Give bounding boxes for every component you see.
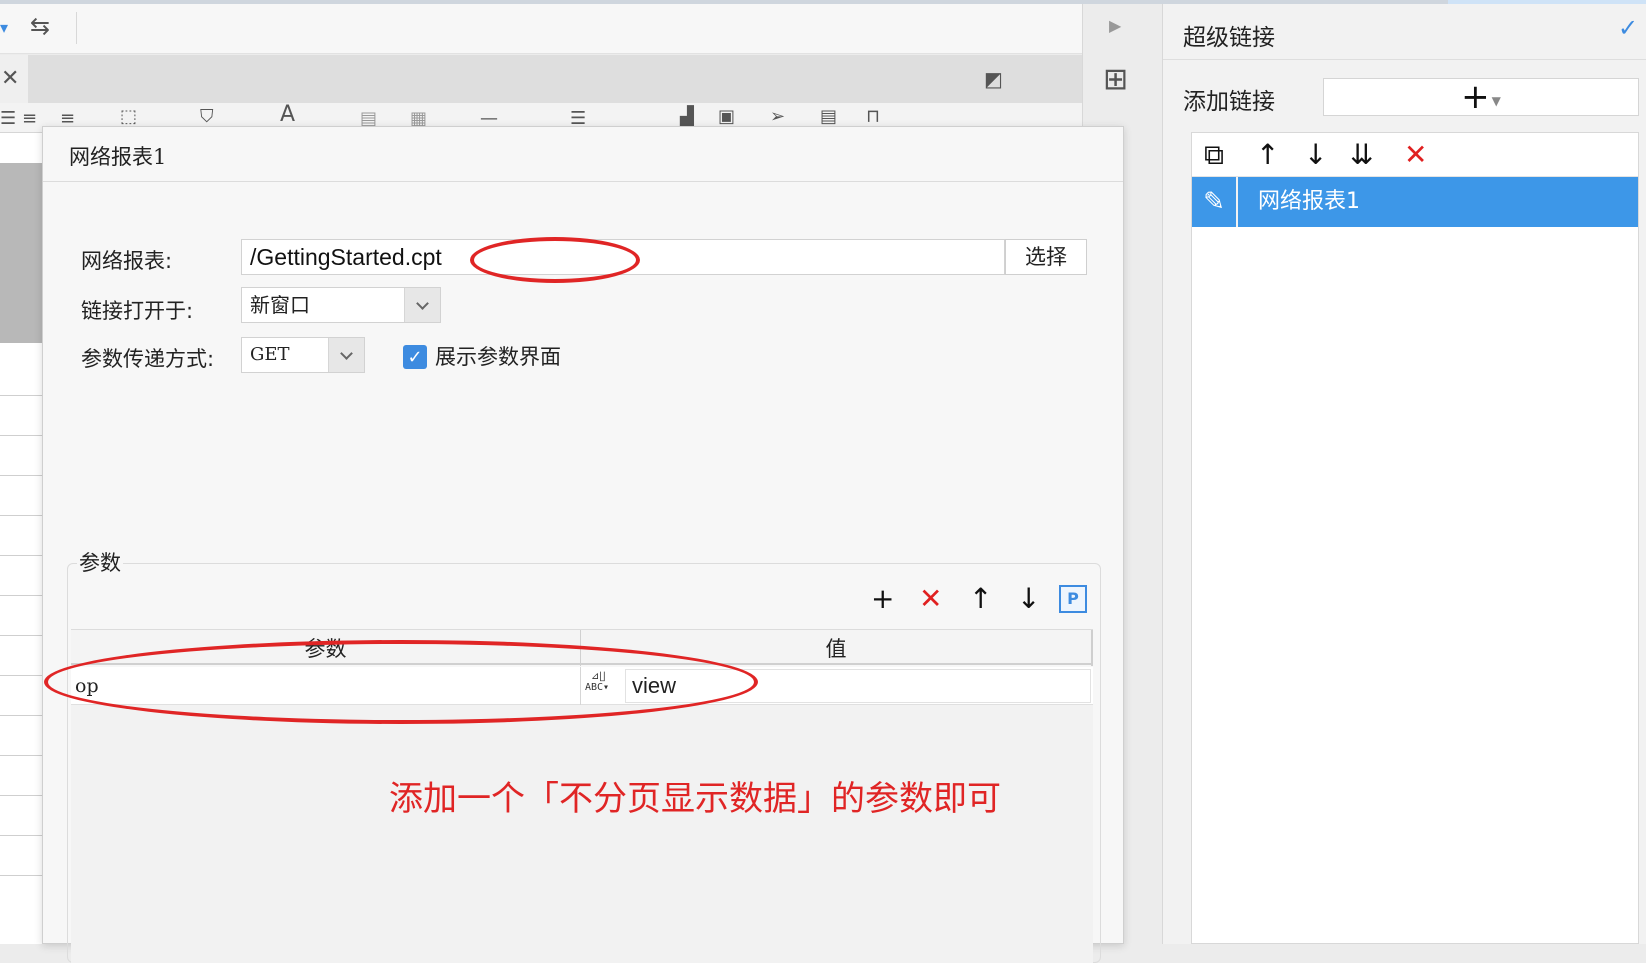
move-up-icon[interactable]: ↑ [1256,139,1279,171]
chevron-down-icon [328,338,364,372]
font-color-icon[interactable]: A [280,104,295,126]
highlight-ring-param [44,640,758,724]
show-params-label: 展示参数界面 [435,345,561,369]
open-in-value: 新窗口 [250,293,310,317]
panel-title: 超级链接 [1183,25,1275,51]
open-in-label: 链接打开于: [81,299,194,323]
add-icon[interactable]: + [871,583,894,615]
secondary-toolbar: ◩ [28,55,1082,103]
p-param-icon[interactable]: P [1059,585,1087,613]
format-brush-icon[interactable]: ◩ [984,69,1003,89]
switch-icon[interactable]: ⇆ [30,14,50,38]
apply-check-icon[interactable]: ✓ [1618,16,1638,40]
highlight-ring-path [470,237,640,283]
hyperlink-panel: 超级链接 ✓ 添加链接 + ▼ ⧉ ↑ ↓ ⇊ ✕ ✎ 网络报表1 [1162,4,1646,944]
align-center-icon[interactable]: ≡ [22,109,37,129]
pencil-icon: ✎ [1192,177,1238,227]
report-label: 网络报表: [81,249,173,273]
hyperlink-list: ⧉ ↑ ↓ ⇊ ✕ ✎ 网络报表1 [1191,132,1639,944]
params-group-label: 参数 [77,547,123,577]
text-icon[interactable]: ▤ [820,107,837,127]
move-up-icon[interactable]: ↑ [969,583,992,615]
method-value: GET [250,344,290,365]
align-icon[interactable]: ☰ [0,109,16,129]
border-icon[interactable]: ⬚ [120,107,137,127]
main-toolbar: ▾ ⇆ [0,4,1082,54]
move-down-icon[interactable]: ↓ [1017,583,1040,615]
close-tab-icon[interactable]: ✕ [0,55,28,103]
delete-icon[interactable]: ✕ [1404,139,1427,171]
show-params-checkbox[interactable]: ✓ [403,345,427,369]
method-select[interactable]: GET [241,337,365,373]
delete-icon[interactable]: ✕ [919,583,942,615]
image-icon[interactable]: ▣ [718,107,735,127]
fill-icon[interactable]: ⛉ [200,107,214,127]
list-item-selected[interactable]: ✎ 网络报表1 [1192,177,1638,227]
pointer-icon[interactable]: ➢ [770,107,785,127]
chart-icon[interactable]: ▟ [680,107,694,127]
plus-icon: + [1461,77,1490,117]
frame-icon[interactable]: ⊓ [866,107,880,127]
move-down-icon[interactable]: ↓ [1304,139,1327,171]
params-table-body [71,705,1093,963]
cell-attr-icon[interactable]: ⊞ [1103,65,1128,95]
list-item-label: 网络报表1 [1258,189,1360,214]
dialog-title: 网络报表1 [69,145,167,169]
choose-button[interactable]: 选择 [1005,239,1087,275]
sheet-grid-edge [0,133,43,944]
dropdown-caret-icon: ▼ [1491,94,1501,108]
dropdown-arrow-icon[interactable]: ▾ [0,18,8,38]
annotation-text: 添加一个「不分页显示数据」的参数即可 [389,779,1001,819]
collapse-arrow-icon[interactable]: ▶ [1109,16,1121,36]
copy-icon[interactable]: ⧉ [1204,139,1224,171]
hyperlink-list-toolbar: ⧉ ↑ ↓ ⇊ ✕ [1192,133,1638,177]
sort-icon[interactable]: ⇊ [1350,139,1373,171]
add-link-label: 添加链接 [1183,89,1275,115]
chevron-down-icon [404,288,440,322]
open-in-select[interactable]: 新窗口 [241,287,441,323]
add-link-button[interactable]: + ▼ [1323,77,1639,117]
method-label: 参数传递方式: [81,347,215,371]
